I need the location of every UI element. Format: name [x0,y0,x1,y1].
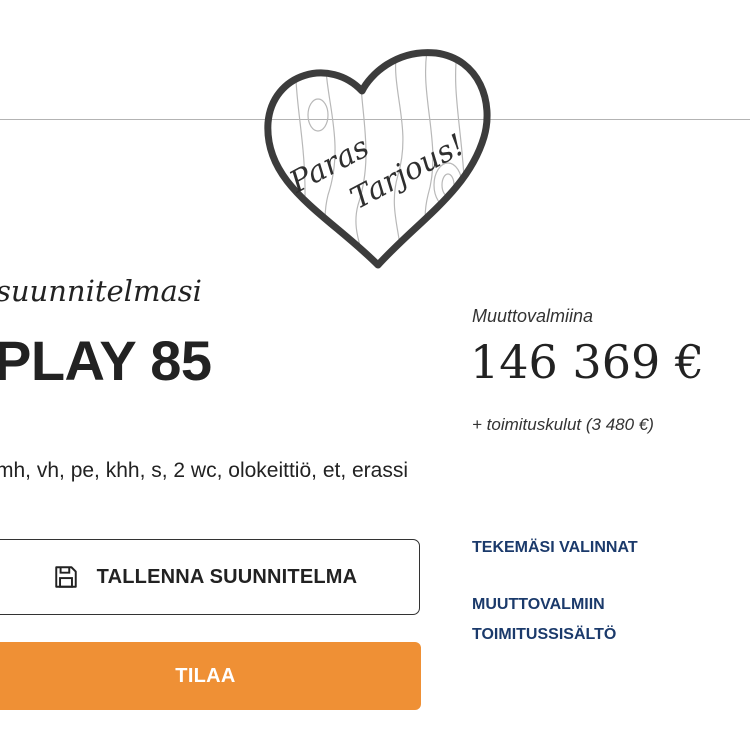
save-plan-button[interactable]: TALLENNA SUUNNITELMA [0,539,420,615]
save-plan-label: TALLENNA SUUNNITELMA [96,565,358,588]
order-label: TILAA [175,664,236,687]
house-model-title: PLAY 85 [0,329,212,392]
delivery-cost: + toimituskulut (3 480 €) [472,415,654,434]
plan-subtitle: suunnitelmasi [0,274,202,308]
order-button[interactable]: TILAA [0,642,421,710]
floppy-disk-icon [54,566,77,588]
delivery-contents-link[interactable]: MUUTTOVALMIIN TOIMITUSSISÄLTÖ [472,590,672,650]
selections-link[interactable]: TEKEMÄSI VALINNAT [472,533,638,563]
total-price: 146 369 € [470,335,705,389]
price-caption: Muuttovalmiina [472,306,594,326]
room-list: mh, vh, pe, khh, s, 2 wc, olokeittiö, et… [0,459,409,482]
best-offer-heart-badge: Paras Tarjous! [264,49,491,269]
